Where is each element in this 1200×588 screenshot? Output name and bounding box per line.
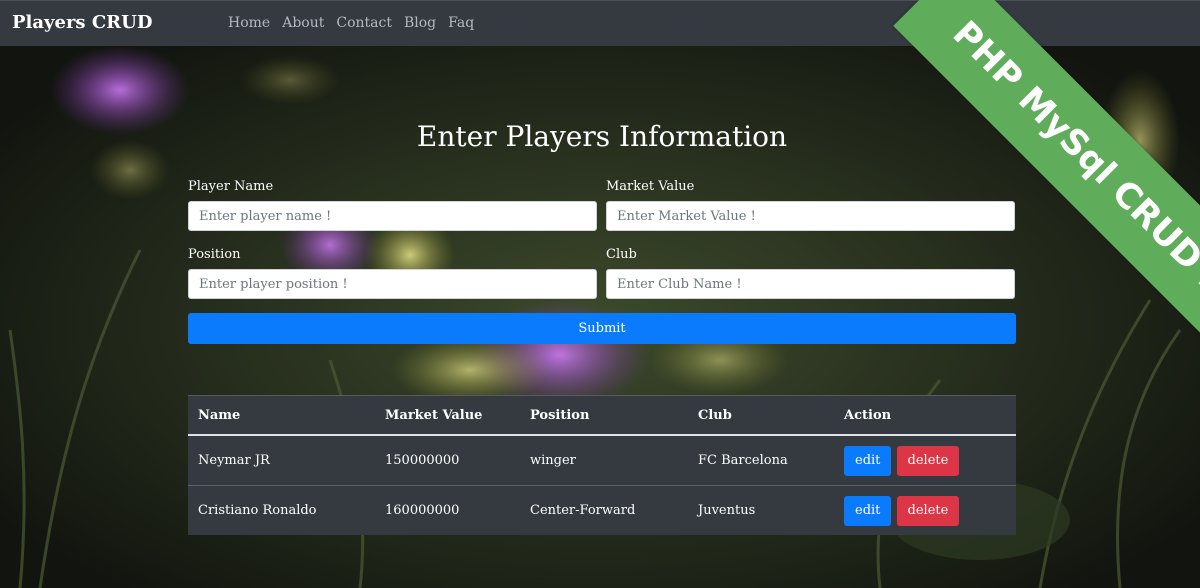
cell-position: winger [530, 453, 576, 468]
table-row: Cristiano Ronaldo 160000000 Center-Forwa… [188, 485, 1016, 535]
cell-name: Neymar JR [198, 453, 270, 468]
navbar-brand[interactable]: Players CRUD [12, 12, 152, 33]
market-value-group: Market Value [606, 179, 1015, 231]
edit-button[interactable]: edit [844, 445, 892, 476]
header-name: Name [188, 395, 375, 436]
table-row: Neymar JR 150000000 winger FC Barcelona … [188, 435, 1016, 486]
market-value-input[interactable] [606, 201, 1015, 231]
cell-market-value: 160000000 [375, 485, 520, 535]
club-group: Club [606, 247, 1015, 299]
nav-link-blog[interactable]: Blog [404, 15, 436, 31]
cell-market-value: 150000000 [385, 453, 460, 468]
cell-action: edit delete [834, 435, 1016, 486]
cell-name: Cristiano Ronaldo [188, 485, 375, 535]
edit-button[interactable]: edit [844, 495, 892, 526]
cell-club: FC Barcelona [698, 453, 788, 468]
club-input[interactable] [606, 269, 1015, 299]
header-position: Position [520, 395, 688, 436]
submit-button[interactable]: Submit [188, 313, 1016, 344]
cell-position: Center-Forward [520, 485, 688, 535]
position-label: Position [188, 247, 241, 262]
cell-action: edit delete [834, 485, 1016, 535]
navbar: Players CRUD Home About Contact Blog Faq [0, 0, 1200, 46]
form-title: Enter Players Information [416, 120, 788, 153]
position-input[interactable] [188, 269, 597, 299]
player-name-group: Player Name [188, 179, 597, 231]
players-table: Name Market Value Position Club Action N… [188, 395, 1016, 535]
nav-links: Home About Contact Blog Faq [228, 15, 474, 31]
cell-club: Juventus [688, 485, 834, 535]
delete-button[interactable]: delete [896, 495, 960, 526]
delete-button[interactable]: delete [896, 445, 960, 476]
position-group: Position [188, 247, 597, 299]
nav-link-contact[interactable]: Contact [336, 15, 392, 31]
nav-link-faq[interactable]: Faq [448, 15, 474, 31]
header-club: Club [688, 395, 834, 436]
header-action: Action [834, 395, 1016, 436]
player-name-label: Player Name [188, 179, 274, 194]
nav-link-about[interactable]: About [282, 15, 324, 31]
header-market-value: Market Value [375, 395, 520, 436]
nav-link-home[interactable]: Home [228, 15, 270, 31]
market-value-label: Market Value [606, 179, 695, 194]
player-name-input[interactable] [188, 201, 597, 231]
table-header-row: Name Market Value Position Club Action [188, 395, 1016, 436]
club-label: Club [606, 247, 637, 262]
